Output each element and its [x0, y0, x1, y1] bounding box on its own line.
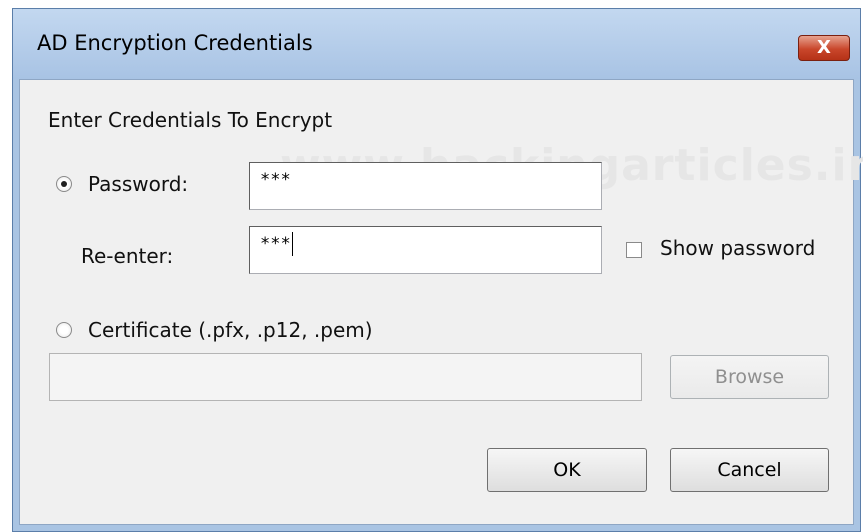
certificate-radio[interactable]	[56, 322, 72, 338]
browse-button[interactable]: Browse	[670, 355, 829, 399]
radio-selected-dot	[61, 181, 67, 187]
password-input[interactable]: ***	[249, 162, 602, 210]
text-cursor	[291, 232, 293, 256]
reenter-password-input[interactable]: ***	[249, 226, 602, 274]
password-radio-label[interactable]: Password:	[88, 172, 188, 196]
reenter-value: ***	[260, 234, 291, 254]
form-heading: Enter Credentials To Encrypt	[48, 108, 333, 132]
reenter-label: Re-enter:	[81, 244, 174, 268]
password-radio[interactable]	[56, 176, 72, 192]
dialog-body: www.hackingarticles.in Enter Credentials…	[19, 79, 863, 525]
certificate-path-input[interactable]	[49, 353, 642, 401]
certificate-radio-label[interactable]: Certificate (.pfx, .p12, .pem)	[88, 318, 373, 342]
title-bar[interactable]: AD Encryption Credentials X	[13, 9, 860, 79]
ok-button[interactable]: OK	[487, 448, 647, 492]
dialog-window: AD Encryption Credentials X www.hackinga…	[12, 8, 863, 532]
close-button[interactable]: X	[798, 35, 850, 61]
show-password-label[interactable]: Show password	[660, 236, 815, 260]
cancel-button[interactable]: Cancel	[670, 448, 829, 492]
close-icon: X	[817, 37, 831, 58]
show-password-checkbox[interactable]	[626, 242, 642, 258]
dialog-title: AD Encryption Credentials	[37, 31, 313, 55]
